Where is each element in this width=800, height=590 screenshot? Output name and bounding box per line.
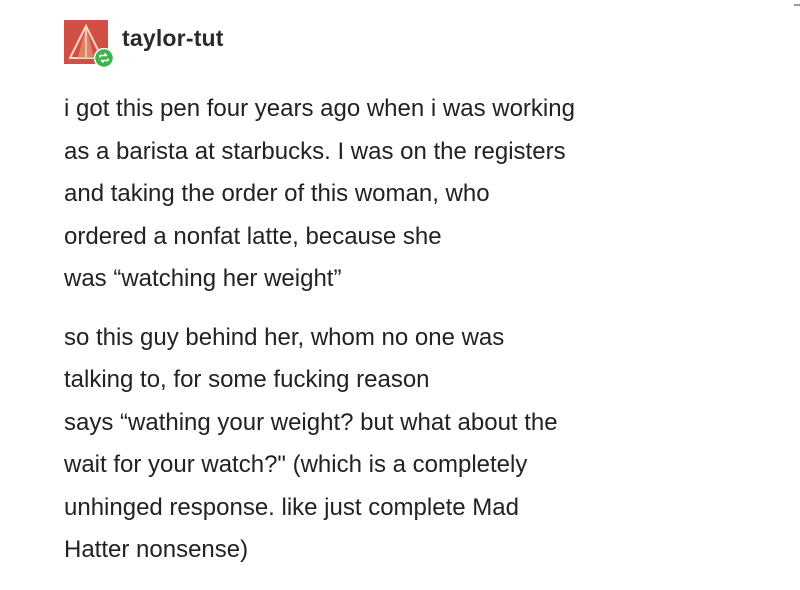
post-text-line: was “watching her weight”: [64, 265, 342, 292]
post-header: taylor-tut: [64, 20, 224, 68]
post-body: i got this pen four years ago when i was…: [64, 88, 764, 572]
username[interactable]: taylor-tut: [122, 25, 224, 52]
reblog-icon: [94, 48, 114, 68]
avatar[interactable]: [64, 20, 114, 68]
post-text-line: ordered a nonfat latte, because she: [64, 222, 442, 250]
post-text-line: as a barista at starbucks. I was on the …: [64, 137, 566, 165]
post-paragraph: so this guy behind her, whom no one was …: [64, 317, 764, 572]
post-text-line: says “wathing your weight? but what abou…: [64, 408, 558, 436]
post-text-line: so this guy behind her, whom no one was: [64, 323, 505, 351]
post-text-line: i got this pen four years ago when i was…: [64, 95, 575, 122]
post-text-line: talking to, for some fucking reason: [64, 366, 430, 393]
post-paragraph: i got this pen four years ago when i was…: [64, 88, 764, 301]
corner-mark: [794, 4, 800, 6]
post-text-line: Hatter nonsense): [64, 536, 249, 563]
tumblr-post: taylor-tut i got this pen four years ago…: [0, 0, 800, 590]
post-text-line: unhinged response. like just complete Ma…: [64, 493, 519, 521]
post-text-line: and taking the order of this woman, who: [64, 180, 490, 207]
post-text-line: wait for your watch?" (which is a comple…: [64, 451, 528, 478]
